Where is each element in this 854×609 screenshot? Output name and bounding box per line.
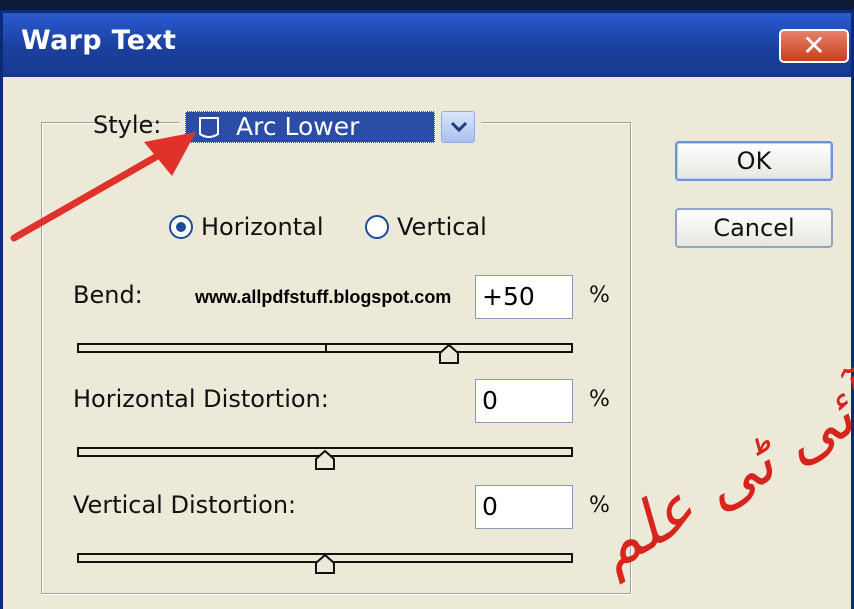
close-button[interactable]: ✕ (779, 29, 849, 63)
vertical-distortion-label: Vertical Distortion: (73, 491, 297, 519)
dialog-title: Warp Text (21, 25, 177, 56)
bend-slider-thumb[interactable] (438, 343, 460, 365)
horizontal-radio-label[interactable]: Horizontal (201, 213, 324, 241)
horizontal-distortion-label: Horizontal Distortion: (73, 385, 329, 413)
watermark-text: www.allpdfstuff.blogspot.com (195, 287, 452, 307)
style-dropdown[interactable]: Arc Lower (179, 101, 481, 155)
arc-lower-icon (199, 117, 219, 138)
vertical-distortion-unit: % (589, 493, 610, 518)
warp-text-dialog: Warp Text ✕ Style: Arc Lower Horizontal … (0, 10, 854, 609)
chevron-down-icon (450, 121, 468, 133)
style-value-text: Arc Lower (236, 112, 360, 141)
cancel-button[interactable]: Cancel (675, 208, 833, 248)
style-label: Style: (93, 111, 162, 139)
bend-unit: % (589, 283, 610, 308)
vertical-radio-label[interactable]: Vertical (397, 213, 487, 241)
style-dropdown-button[interactable] (441, 111, 475, 143)
vertical-distortion-input[interactable]: 0 (475, 485, 573, 529)
horizontal-distortion-slider-thumb[interactable] (314, 449, 336, 471)
horizontal-radio[interactable] (169, 215, 193, 239)
bend-input[interactable]: +50 (475, 275, 573, 319)
bend-slider-center-tick (325, 343, 327, 353)
horizontal-distortion-unit: % (589, 387, 610, 412)
close-icon: ✕ (802, 29, 826, 62)
vertical-distortion-slider-thumb[interactable] (314, 553, 336, 575)
style-selected-value[interactable]: Arc Lower (185, 111, 435, 143)
style-select-area (218, 147, 520, 201)
title-bar[interactable]: Warp Text ✕ (3, 13, 851, 77)
horizontal-distortion-input[interactable]: 0 (475, 379, 573, 423)
vertical-radio[interactable] (365, 215, 389, 239)
ok-button[interactable]: OK (675, 141, 833, 181)
bend-label: Bend: (73, 281, 143, 309)
dialog-body: Style: Arc Lower Horizontal Vertical Ben… (3, 77, 851, 609)
bend-slider-track[interactable] (77, 343, 573, 353)
